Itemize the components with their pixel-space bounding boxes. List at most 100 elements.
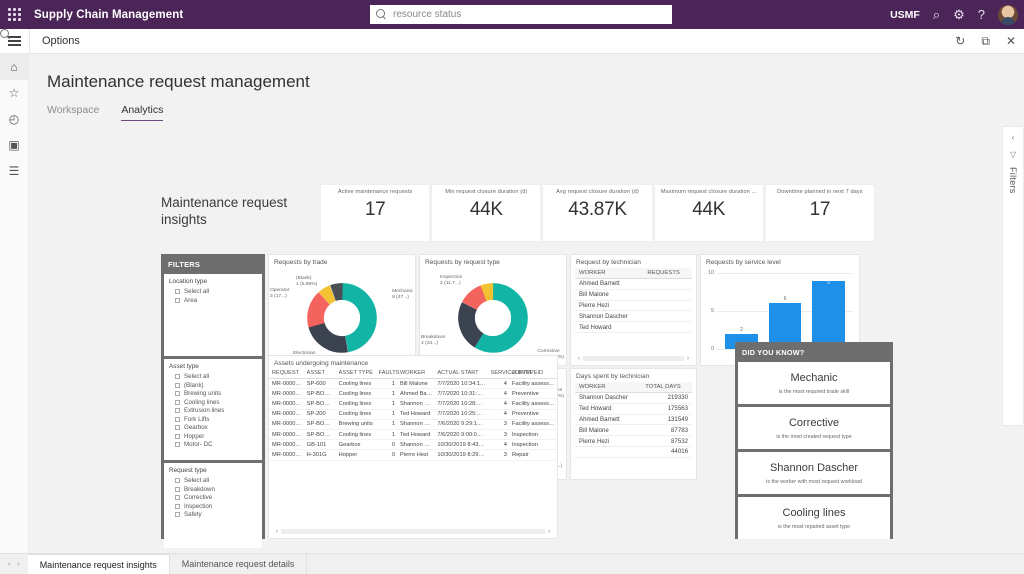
close-icon[interactable]: ✕ (1006, 34, 1016, 48)
filters-side-rail[interactable]: ‹ ▽ Filters (1002, 126, 1024, 426)
global-search[interactable] (370, 5, 672, 24)
filter-option[interactable]: Gearbox (175, 424, 257, 431)
table-days-spent-by-technician[interactable]: Days spent by technician WORKER TOTAL DA… (570, 368, 697, 480)
filter-option[interactable]: Area (175, 297, 257, 304)
rail-item-favorites[interactable]: ☆ (0, 80, 28, 106)
scroll-right-icon[interactable]: › (545, 529, 553, 535)
rail-item-modules[interactable]: ☰ (0, 158, 28, 184)
checkbox-icon[interactable] (175, 495, 180, 500)
assets-horizontal-scrollbar[interactable]: ‹ › (273, 528, 553, 535)
bottom-tab-insights[interactable]: Maintenance request insights (28, 554, 170, 574)
filter-icon[interactable]: ▽ (1010, 150, 1016, 159)
app-title[interactable]: Supply Chain Management (34, 9, 183, 21)
chart-requests-by-trade[interactable]: Requests by trade Mechanic 8 (47...) (268, 254, 416, 366)
table-row[interactable]: MR-000016 SP-BOM10... Cooling lines 1 Te… (269, 429, 557, 439)
column-header-asset-type[interactable]: ASSET TYPE (336, 368, 376, 379)
table-row[interactable]: Ahmed Barnett (575, 279, 692, 290)
bar-4[interactable] (812, 281, 845, 349)
column-header-worker[interactable]: WORKER (575, 268, 643, 279)
popout-icon[interactable]: ⧉ (981, 34, 990, 49)
tab-next-icon[interactable]: › (17, 561, 19, 568)
filter-option[interactable]: Select all (175, 288, 257, 295)
filter-option[interactable]: Inspection (175, 503, 257, 510)
table-row[interactable]: MR-000023 SP-BOM10... Cooling lines 1 Ah… (269, 389, 557, 399)
rail-item-workspaces[interactable]: ▣ (0, 132, 28, 158)
checkbox-icon[interactable] (175, 391, 180, 396)
rail-item-recent[interactable]: ◴ (0, 106, 28, 132)
checkbox-icon[interactable] (175, 478, 180, 483)
table-assets-undergoing-maintenance[interactable]: Assets undergoing maintenance REQUEST AS… (268, 355, 558, 539)
filter-option[interactable]: Motor- DC (175, 441, 257, 448)
waffle-icon[interactable] (0, 0, 29, 29)
did-you-know-card-trade[interactable]: Mechanic is the most required trade skil… (738, 362, 890, 404)
kpi-card-downtime-planned[interactable]: Downtime planned in next 7 days 17 (765, 184, 875, 242)
filter-option[interactable]: Fork Lifts (175, 416, 257, 423)
checkbox-icon[interactable] (175, 442, 180, 447)
scroll-right-icon[interactable]: › (684, 356, 692, 362)
kpi-card-max-closure[interactable]: Maximum request closure duration ... 44K (654, 184, 764, 242)
tab-workspace[interactable]: Workspace (47, 104, 99, 121)
notifications-icon[interactable]: ⌕ (933, 8, 940, 21)
column-header-servicelevel[interactable]: SERVICELEVEL (488, 368, 509, 379)
table-row[interactable]: MR-000014 GB-101 Gearbox 0 Shannon Dasch… (269, 440, 557, 450)
table-row[interactable]: Ted Howard175563 (575, 403, 692, 414)
chart-requests-by-request-type[interactable]: Requests by request type Inspection 2 (1… (419, 254, 567, 366)
settings-gear-icon[interactable]: ⚙ (953, 8, 965, 21)
filter-option[interactable]: Brewing units (175, 390, 257, 397)
column-header-requests[interactable]: REQUESTS (643, 268, 692, 279)
did-you-know-card-asset-type[interactable]: Cooling lines is the most repaired asset… (738, 497, 890, 539)
checkbox-icon[interactable] (175, 383, 180, 388)
checkbox-icon[interactable] (175, 289, 180, 294)
table-row[interactable]: Ted Howard (575, 322, 692, 333)
search-input[interactable] (393, 9, 666, 20)
column-header-total-days[interactable]: TOTAL DAYS (641, 382, 692, 393)
table-row[interactable]: Bill Malone (575, 289, 692, 300)
filter-option[interactable]: Extrusion lines (175, 407, 257, 414)
scroll-track[interactable] (583, 356, 684, 361)
column-header-worker[interactable]: WORKER (575, 382, 641, 393)
table-row[interactable]: MR-000022 SP-BOM10... Cooling lines 1 Sh… (269, 399, 557, 409)
table-row[interactable]: Shannon Dascher (575, 311, 692, 322)
chevron-left-icon[interactable]: ‹ (1012, 133, 1015, 142)
checkbox-icon[interactable] (175, 512, 180, 517)
column-header-faults[interactable]: FAULTS (376, 368, 397, 379)
filter-option[interactable]: (Blank) (175, 382, 257, 389)
checkbox-icon[interactable] (175, 425, 180, 430)
rail-item-home[interactable]: ⌂ (0, 54, 28, 80)
checkbox-icon[interactable] (175, 298, 180, 303)
column-header-jobtypeid[interactable]: JOBTYPEID (509, 368, 557, 379)
did-you-know-card-worker[interactable]: Shannon Dascher is the worker with most … (738, 452, 890, 494)
filter-option[interactable]: Hopper (175, 433, 257, 440)
column-header-request[interactable]: REQUEST (269, 368, 304, 379)
filter-option[interactable]: Cooling lines (175, 399, 257, 406)
tenant-label[interactable]: USMF (890, 9, 920, 21)
column-header-asset[interactable]: ASSET (304, 368, 336, 379)
checkbox-icon[interactable] (175, 374, 180, 379)
scroll-left-icon[interactable]: ‹ (575, 356, 583, 362)
filter-option[interactable]: Select all (175, 373, 257, 380)
filter-option[interactable]: Breakdown (175, 486, 257, 493)
options-label[interactable]: Options (42, 35, 80, 47)
help-icon[interactable]: ? (978, 8, 985, 21)
checkbox-icon[interactable] (175, 417, 180, 422)
bottom-tab-details[interactable]: Maintenance request details (170, 554, 308, 574)
refresh-icon[interactable]: ↻ (955, 34, 965, 48)
horizontal-scrollbar[interactable]: ‹ › (575, 355, 692, 362)
checkbox-icon[interactable] (175, 408, 180, 413)
table-row[interactable]: MR-000020 SP-200 Cooling lines 1 Ted How… (269, 409, 557, 419)
table-row[interactable]: Bill Malone87783 (575, 425, 692, 436)
checkbox-icon[interactable] (175, 400, 180, 405)
checkbox-icon[interactable] (175, 504, 180, 509)
tab-prev-icon[interactable]: ‹ (8, 561, 10, 568)
filter-option[interactable]: Select all (175, 477, 257, 484)
table-row[interactable]: Pierre Hezi (575, 300, 692, 311)
column-header-actual-start[interactable]: ACTUAL START (434, 368, 487, 379)
table-row[interactable]: MR-000013 H-301G Hopper 0 Pierre Hezi 10… (269, 450, 557, 460)
scroll-track[interactable] (281, 529, 545, 534)
user-avatar[interactable] (998, 5, 1018, 25)
filter-option[interactable]: Safety (175, 511, 257, 518)
filter-option[interactable]: Corrective (175, 494, 257, 501)
tab-analytics[interactable]: Analytics (121, 104, 163, 121)
kpi-card-min-closure[interactable]: Min request closure duration (d) 44K (431, 184, 541, 242)
scroll-left-icon[interactable]: ‹ (273, 529, 281, 535)
